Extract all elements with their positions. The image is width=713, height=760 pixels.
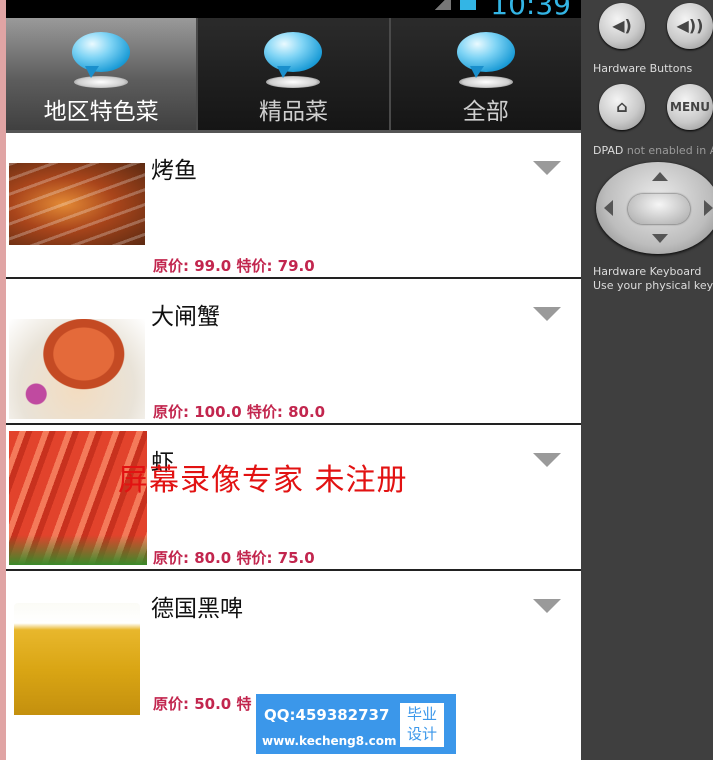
expand-chevron-icon[interactable] (533, 453, 561, 467)
dish-photo (14, 603, 140, 715)
tab-icon-shadow (266, 76, 321, 88)
dish-name: 德国黑啤 (151, 596, 243, 622)
menu-button[interactable]: MENU (667, 84, 713, 130)
ad-site-text: www.kecheng8.com (262, 734, 397, 748)
tab-label: 全部 (462, 99, 509, 125)
dpad-left-icon[interactable] (604, 200, 613, 216)
chat-bubble-tail (469, 66, 484, 78)
dish-name: 大闸蟹 (151, 304, 220, 330)
tab-regional-specialties[interactable]: 地区特色菜 (6, 18, 199, 130)
chat-bubble-icon (264, 32, 323, 72)
expand-chevron-icon[interactable] (533, 307, 561, 321)
dish-photo (9, 163, 145, 245)
emulator-control-panel: ◀) ◀)) Hardware Buttons ⌂ MENU DPAD not … (581, 0, 713, 760)
dish-price: 原价: 50.0 特 (153, 695, 252, 713)
ad-box-line2: 设计 (406, 725, 437, 743)
speaker-low-icon: ◀) (612, 16, 632, 35)
ad-label-box: 毕业 设计 (400, 703, 444, 747)
dpad-label-suffix: not enabled in AV (626, 144, 713, 157)
volume-down-button[interactable]: ◀) (599, 3, 645, 49)
battery-icon (460, 0, 476, 10)
recorder-watermark: 屏幕录像专家 未注册 (118, 463, 408, 498)
dish-price: 原价: 99.0 特价: 79.0 (153, 257, 315, 275)
hardware-buttons-label: Hardware Buttons (593, 62, 693, 75)
dpad-center-button[interactable] (628, 194, 690, 224)
dish-list: 烤鱼 原价: 99.0 特价: 79.0 大闸蟹 原价: 100.0 特价: 8… (6, 133, 581, 715)
dish-photo (9, 319, 145, 419)
status-bar: 10:39 (6, 0, 581, 21)
chat-bubble-icon (72, 32, 131, 72)
dpad-control[interactable] (596, 162, 713, 254)
home-button[interactable]: ⌂ (599, 84, 645, 130)
hardware-keyboard-hint: Use your physical keyb (593, 279, 713, 292)
dpad-label-prefix: DPAD (593, 144, 624, 157)
category-tab-bar: 地区特色菜 精品菜 全部 (6, 18, 581, 133)
speaker-high-icon: ◀)) (676, 16, 704, 35)
dpad-up-icon[interactable] (652, 172, 668, 181)
dish-price: 原价: 80.0 特价: 75.0 (153, 549, 315, 567)
ad-qq-text: QQ:459382737 (264, 706, 390, 724)
phone-screen: 10:39 地区特色菜 精品菜 全部 烤鱼 原价: 99.0 特价: 79.0 (6, 0, 581, 760)
hardware-keyboard-label: Hardware Keyboard (593, 265, 702, 278)
tab-label: 地区特色菜 (43, 99, 159, 125)
list-item[interactable]: 大闸蟹 原价: 100.0 特价: 80.0 (6, 279, 581, 425)
ad-box-line1: 毕业 (406, 705, 437, 723)
tab-premium-dishes[interactable]: 精品菜 (198, 18, 391, 130)
menu-button-label: MENU (670, 100, 710, 114)
tab-icon-shadow (74, 76, 129, 88)
tab-label: 精品菜 (258, 99, 328, 125)
expand-chevron-icon[interactable] (533, 599, 561, 613)
dpad-right-icon[interactable] (704, 200, 713, 216)
chat-bubble-tail (277, 66, 292, 78)
signal-icon (429, 0, 451, 10)
home-icon: ⌂ (616, 97, 628, 116)
chat-bubble-icon (456, 32, 515, 72)
dpad-status-label: DPAD not enabled in AV (593, 144, 713, 157)
chat-bubble-tail (85, 66, 100, 78)
dpad-down-icon[interactable] (652, 234, 668, 243)
tab-icon-shadow (458, 76, 513, 88)
dish-name: 烤鱼 (151, 158, 197, 184)
volume-up-button[interactable]: ◀)) (667, 3, 713, 49)
dish-price: 原价: 100.0 特价: 80.0 (153, 403, 326, 421)
contact-ad-badge: QQ:459382737 www.kecheng8.com 毕业 设计 (256, 694, 456, 754)
tab-all[interactable]: 全部 (390, 18, 581, 130)
expand-chevron-icon[interactable] (533, 161, 561, 175)
list-item[interactable]: 烤鱼 原价: 99.0 特价: 79.0 (6, 133, 581, 279)
